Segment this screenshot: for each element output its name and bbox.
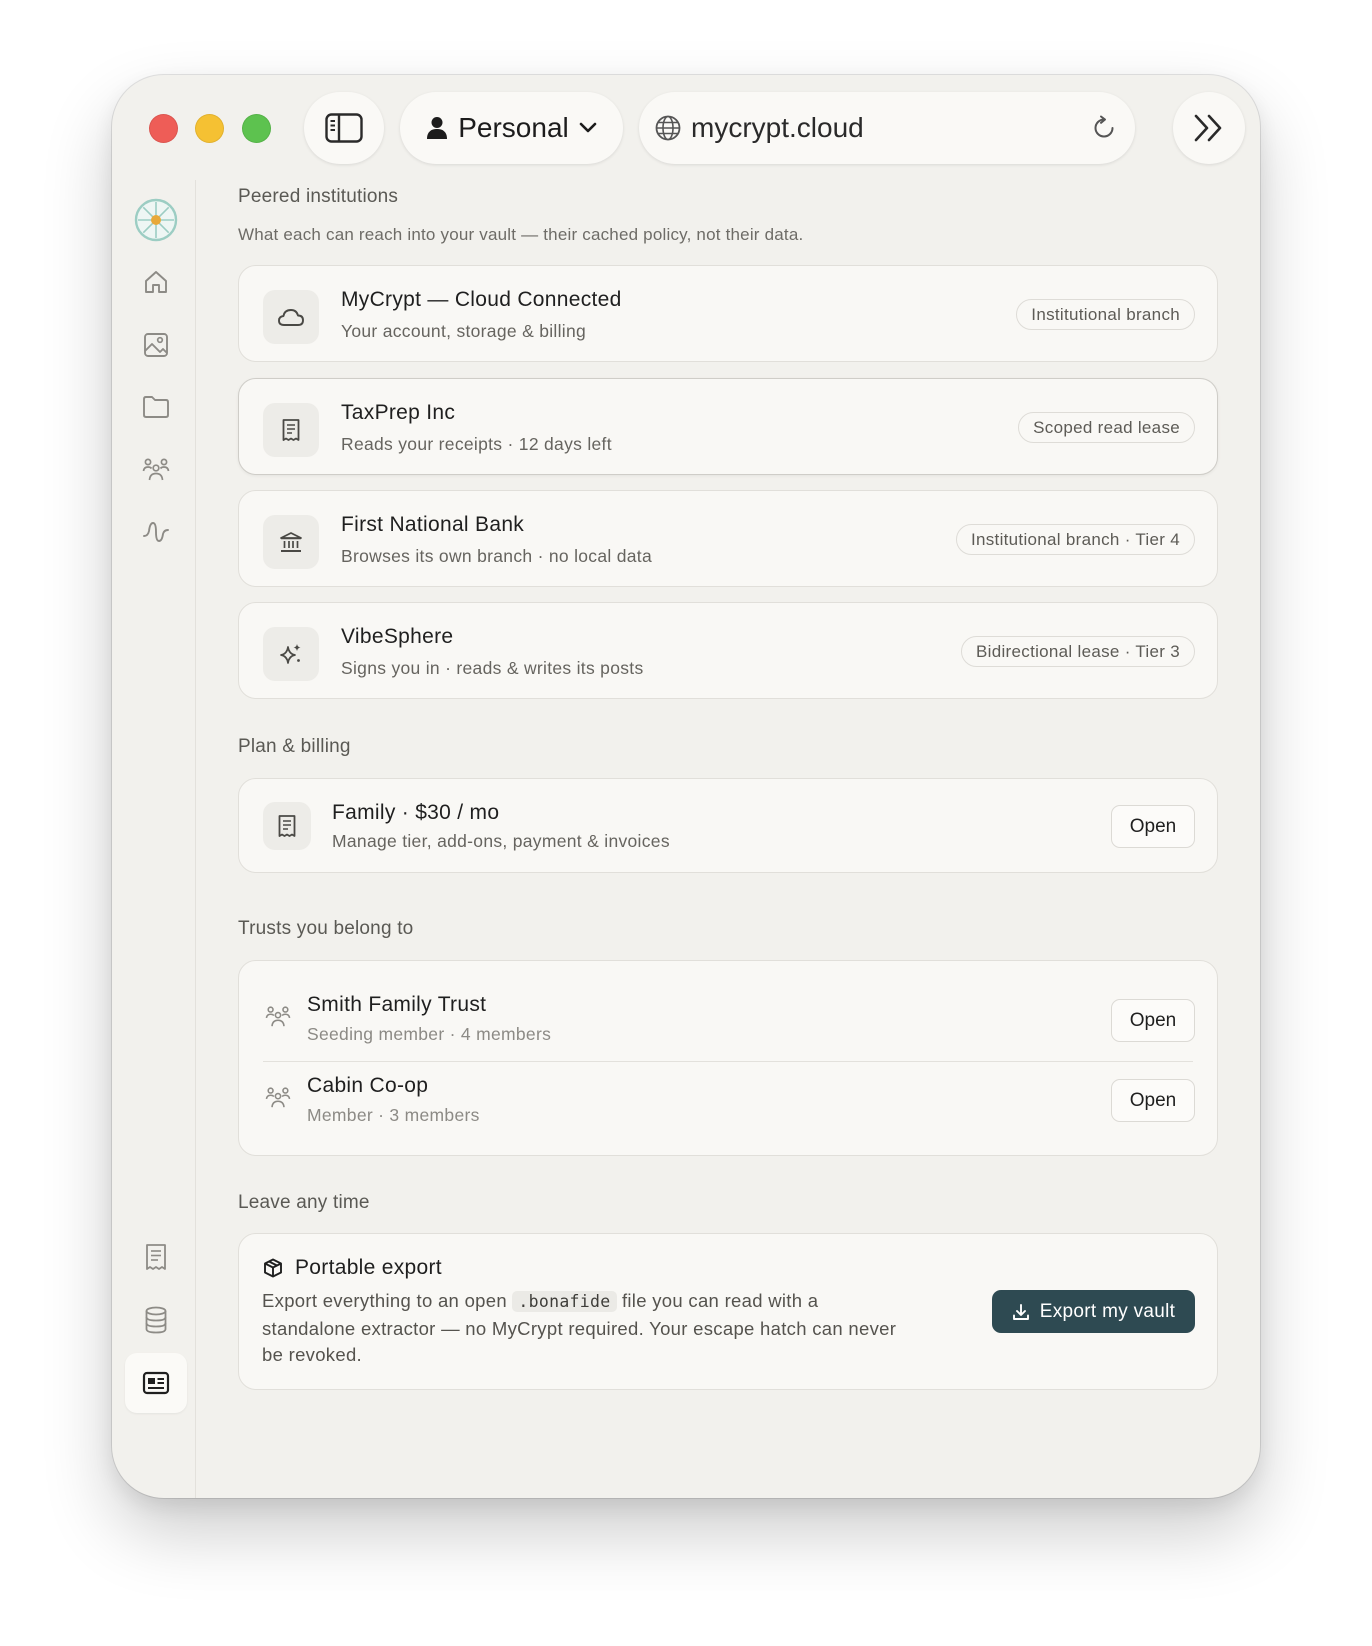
plan-detail: Manage tier, add-ons, payment & invoices xyxy=(332,831,670,851)
institution-detail: Reads your receipts · 12 days left xyxy=(341,434,612,454)
export-card: Portable export Export everything to an … xyxy=(238,1233,1218,1390)
institution-tag: Institutional branch · Tier 4 xyxy=(955,524,1195,555)
double-chevron-right-icon xyxy=(1194,114,1222,142)
institution-detail: Signs you in · reads & writes its posts xyxy=(341,658,644,678)
trust-row-cabin: Cabin Co-op Member · 3 members Open xyxy=(239,1062,1217,1140)
peered-section-title: Peered institutions xyxy=(238,186,399,207)
trusts-card: Smith Family Trust Seeding member · 4 me… xyxy=(238,960,1218,1156)
institution-name: MyCrypt — Cloud Connected xyxy=(341,288,622,311)
nav-account[interactable] xyxy=(125,1353,187,1413)
institution-card-taxprep[interactable]: TaxPrep Inc Reads your receipts · 12 day… xyxy=(238,378,1218,475)
receipt-icon xyxy=(146,1244,166,1270)
trust-name: Smith Family Trust xyxy=(307,993,487,1016)
download-icon xyxy=(1012,1303,1029,1320)
institution-tag: Bidirectional lease · Tier 3 xyxy=(961,636,1195,667)
nav-files[interactable] xyxy=(125,377,187,437)
chevron-down-icon xyxy=(579,122,597,133)
export-description: Export everything to an open .bonafide f… xyxy=(262,1288,902,1369)
institution-icon-tile xyxy=(263,515,319,569)
profile-switcher[interactable]: Personal xyxy=(400,92,623,164)
nav-rail xyxy=(112,180,196,1498)
bank-icon xyxy=(280,532,302,552)
institution-tag: Scoped read lease xyxy=(1018,412,1195,443)
trust-row-smith: Smith Family Trust Seeding member · 4 me… xyxy=(239,979,1217,1057)
file-extension-code: .bonafide xyxy=(512,1291,617,1312)
institution-card-bank[interactable]: First National Bank Browses its own bran… xyxy=(238,490,1218,587)
institution-detail: Browses its own branch · no local data xyxy=(341,546,652,566)
person-icon xyxy=(427,117,448,139)
url-text: mycrypt.cloud xyxy=(691,112,864,143)
leave-section-title: Leave any time xyxy=(238,1192,370,1213)
package-icon xyxy=(264,1258,282,1278)
export-vault-button[interactable]: Export my vault xyxy=(992,1290,1195,1333)
window-maximize-button[interactable] xyxy=(242,114,271,143)
cloud-icon xyxy=(278,309,304,326)
institution-name: TaxPrep Inc xyxy=(341,401,456,424)
profile-label: Personal xyxy=(458,112,569,143)
folder-icon xyxy=(143,396,169,418)
logo-icon xyxy=(134,198,178,242)
trust-name: Cabin Co-op xyxy=(307,1074,429,1097)
app-logo[interactable] xyxy=(125,190,187,250)
export-button-label: Export my vault xyxy=(1039,1300,1176,1322)
nav-home[interactable] xyxy=(125,252,187,312)
trust-open-button[interactable]: Open xyxy=(1111,1079,1195,1122)
database-icon xyxy=(145,1306,167,1334)
trust-meta: Seeding member · 4 members xyxy=(307,1024,552,1044)
nav-activity[interactable] xyxy=(125,502,187,562)
institution-name: VibeSphere xyxy=(341,625,454,648)
reload-icon[interactable] xyxy=(1091,115,1117,141)
receipt-icon xyxy=(278,815,296,837)
globe-icon xyxy=(655,115,681,141)
sparkles-icon xyxy=(280,644,301,664)
institution-detail: Your account, storage & billing xyxy=(341,321,587,341)
home-icon xyxy=(145,271,167,293)
people-icon xyxy=(265,1087,291,1108)
receipt-icon xyxy=(282,419,300,441)
app-window: Personal mycrypt.cloud Peered institutio… xyxy=(112,75,1260,1498)
institution-name: First National Bank xyxy=(341,513,525,536)
nav-receipts[interactable] xyxy=(125,1227,187,1287)
institution-icon-tile xyxy=(263,403,319,457)
export-title: Portable export xyxy=(295,1256,442,1279)
plan-open-button[interactable]: Open xyxy=(1111,805,1195,848)
sidebar-icon xyxy=(325,113,363,143)
institution-card-mycrypt[interactable]: MyCrypt — Cloud Connected Your account, … xyxy=(238,265,1218,362)
institution-tag: Institutional branch xyxy=(1016,299,1195,330)
plan-section-title: Plan & billing xyxy=(238,736,351,757)
window-close-button[interactable] xyxy=(149,114,178,143)
institution-icon-tile xyxy=(263,627,319,681)
plan-name: Family · $30 / mo xyxy=(332,801,500,824)
activity-wave-icon xyxy=(143,522,169,542)
plan-icon-tile xyxy=(263,802,311,850)
trust-open-button[interactable]: Open xyxy=(1111,999,1195,1042)
trust-meta: Member · 3 members xyxy=(307,1105,480,1125)
nav-photos[interactable] xyxy=(125,315,187,375)
institution-card-vibesphere[interactable]: VibeSphere Signs you in · reads & writes… xyxy=(238,602,1218,699)
image-icon xyxy=(144,333,168,357)
sidebar-toggle-button[interactable] xyxy=(304,92,384,164)
peered-section-subtitle: What each can reach into your vault — th… xyxy=(238,225,804,244)
plan-card: Family · $30 / mo Manage tier, add-ons, … xyxy=(238,778,1218,873)
nav-storage[interactable] xyxy=(125,1290,187,1350)
address-bar[interactable]: mycrypt.cloud xyxy=(639,92,1135,164)
trusts-section-title: Trusts you belong to xyxy=(238,918,414,939)
people-icon xyxy=(265,1006,291,1027)
nav-people[interactable] xyxy=(125,440,187,500)
forward-more-button[interactable] xyxy=(1173,92,1245,164)
people-icon xyxy=(142,458,170,481)
institution-icon-tile xyxy=(263,290,319,344)
window-minimize-button[interactable] xyxy=(195,114,224,143)
export-body-start: Export everything to an open xyxy=(262,1290,513,1311)
id-card-icon xyxy=(142,1371,170,1395)
